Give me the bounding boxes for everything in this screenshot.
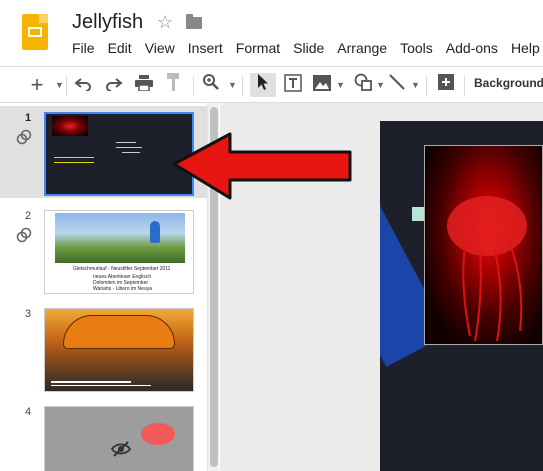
background-button[interactable]: Background... xyxy=(474,76,543,90)
line-icon[interactable] xyxy=(386,73,408,97)
slide-number: 1 xyxy=(25,112,32,124)
shape-icon[interactable] xyxy=(352,73,374,97)
star-icon[interactable]: ☆ xyxy=(157,12,173,33)
jellyfish-image[interactable] xyxy=(424,145,543,345)
paint-format-icon[interactable] xyxy=(164,73,184,97)
image-icon[interactable] xyxy=(311,73,333,97)
slide-number: 4 xyxy=(25,406,32,418)
yellow-text-line xyxy=(54,157,94,163)
image-caret-icon[interactable]: ▼ xyxy=(336,75,345,95)
menu-file[interactable]: File xyxy=(72,40,95,58)
bullet-line xyxy=(116,147,142,148)
slide-text-line: Gletschmurlauf - Neustifter September 20… xyxy=(73,266,171,272)
paraglider-landscape-image xyxy=(55,213,185,263)
menu-view[interactable]: View xyxy=(145,40,175,58)
slides-logo-icon[interactable] xyxy=(22,14,48,50)
app-header: Jellyfish ☆ File Edit View Insert Format… xyxy=(0,0,543,66)
hidden-slide-icon xyxy=(111,441,131,457)
slide-thumbnail-3[interactable] xyxy=(44,308,194,392)
slides-app: Jellyfish ☆ File Edit View Insert Format… xyxy=(0,0,543,471)
menu-edit[interactable]: Edit xyxy=(108,40,132,58)
red-arrow-annotation xyxy=(172,132,352,200)
shape-caret-icon[interactable]: ▼ xyxy=(376,75,385,95)
menu-addons[interactable]: Add-ons xyxy=(446,40,498,58)
filmstrip-row-3[interactable]: 3 xyxy=(0,302,208,394)
caption-line xyxy=(51,385,151,386)
toolbar: + ▼ ▼ ▼ ▼ ▼ Background xyxy=(0,66,543,103)
redo-icon[interactable] xyxy=(104,73,124,97)
menu-tools[interactable]: Tools xyxy=(400,40,433,58)
jellyfish-tentacles xyxy=(447,196,527,342)
filmstrip-row-4[interactable]: 4 xyxy=(0,400,208,471)
document-title[interactable]: Jellyfish xyxy=(72,11,143,34)
bullet-line xyxy=(122,152,140,153)
slide-thumbnail-2[interactable]: Gletschmurlauf - Neustifter September 20… xyxy=(44,210,194,294)
caption-line xyxy=(51,381,131,383)
zoom-caret-icon[interactable]: ▼ xyxy=(228,75,237,95)
undo-icon[interactable] xyxy=(73,73,93,97)
new-slide-caret-icon[interactable]: ▼ xyxy=(55,75,64,95)
bullet-line xyxy=(116,142,136,143)
add-comment-icon[interactable] xyxy=(435,73,457,97)
current-slide-canvas[interactable] xyxy=(380,121,543,471)
slide-number: 3 xyxy=(25,308,32,320)
toolbar-divider xyxy=(193,76,194,96)
slide-text-line: Wanahs - Libero im Neuya xyxy=(93,286,153,292)
jellyfish-thumbnail-image xyxy=(52,116,88,136)
filmstrip-row-2[interactable]: 2 Gletschmurlauf - Neustifter September … xyxy=(0,204,208,296)
line-caret-icon[interactable]: ▼ xyxy=(411,75,420,95)
new-slide-plus-icon[interactable]: + xyxy=(28,73,46,97)
menu-arrange[interactable]: Arrange xyxy=(337,40,387,58)
paraglider-wing xyxy=(63,315,175,349)
toolbar-divider xyxy=(242,76,243,96)
select-cursor-icon[interactable] xyxy=(250,73,276,97)
folder-icon[interactable] xyxy=(186,14,202,29)
slide-thumbnail-4[interactable] xyxy=(44,406,194,471)
toolbar-divider xyxy=(426,76,427,96)
slide-number: 2 xyxy=(25,210,32,222)
menu-insert[interactable]: Insert xyxy=(188,40,223,58)
zoom-icon[interactable] xyxy=(201,73,221,97)
linked-slide-icon xyxy=(16,129,32,145)
menu-help[interactable]: Help xyxy=(511,40,540,58)
linked-slide-icon xyxy=(16,227,32,243)
menu-slide[interactable]: Slide xyxy=(293,40,324,58)
toolbar-divider xyxy=(464,76,465,96)
red-shape xyxy=(141,423,175,445)
menu-format[interactable]: Format xyxy=(236,40,280,58)
text-box-icon[interactable] xyxy=(282,73,304,97)
print-icon[interactable] xyxy=(134,73,154,97)
menu-bar: File Edit View Insert Format Slide Arran… xyxy=(72,40,543,58)
toolbar-divider xyxy=(66,76,67,96)
